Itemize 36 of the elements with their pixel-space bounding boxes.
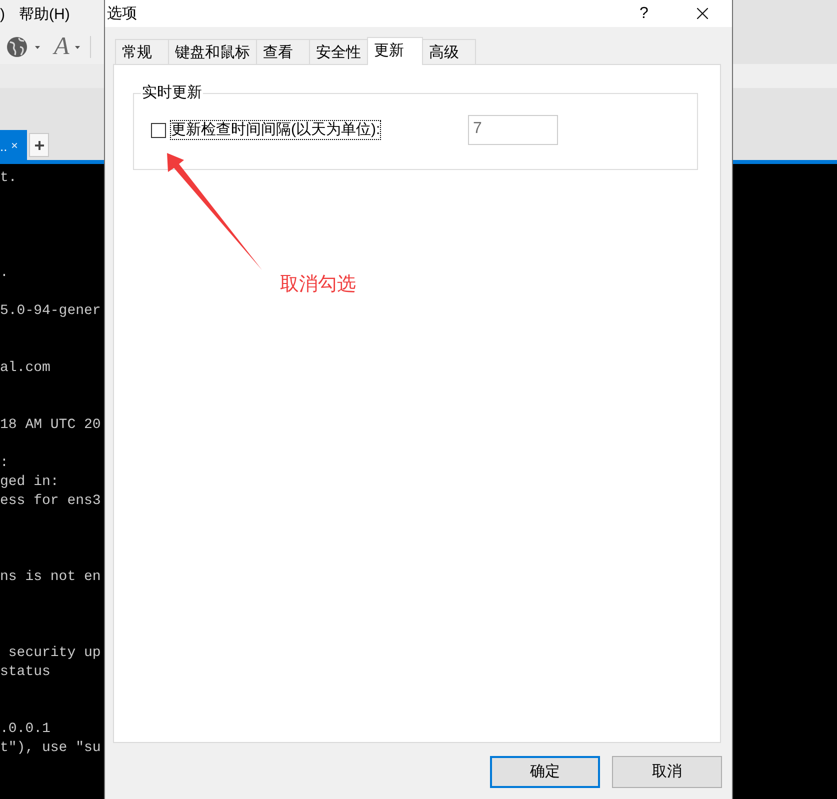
menu-item[interactable]: 帮助(H): [19, 5, 74, 25]
terminal-line: ns is not en: [0, 568, 101, 587]
checkbox[interactable]: [151, 122, 166, 138]
annotation-text: 取消勾选: [280, 275, 356, 295]
tab[interactable]: 高级: [422, 39, 476, 64]
tab[interactable]: 常规: [115, 39, 169, 64]
terminal-line: ged in:: [0, 473, 59, 492]
group-title: 实时更新: [141, 85, 203, 101]
terminal-line: security up: [7, 644, 101, 663]
terminal-line: ess for ens3: [0, 492, 101, 511]
checkbox-label[interactable]: 更新检查时间间隔(以天为单位):: [170, 120, 382, 140]
terminal-line: t"), use "su: [0, 739, 101, 758]
tab[interactable]: 更新: [367, 37, 423, 65]
terminal-line: .: [0, 264, 8, 283]
caret-icon[interactable]: [35, 46, 40, 48]
terminal-line: .0.0.1: [0, 720, 50, 739]
close-icon: [696, 8, 708, 19]
dialog-button[interactable]: 取消: [612, 756, 722, 788]
plus-icon: [34, 140, 44, 150]
tab-label: ..: [0, 138, 8, 154]
help-button[interactable]: ?: [621, 0, 667, 27]
close-icon[interactable]: [12, 142, 18, 148]
terminal-line: status: [0, 663, 50, 682]
terminal-line: :: [0, 454, 8, 473]
menu-item[interactable]: ): [0, 5, 19, 25]
font-button[interactable]: A: [54, 34, 70, 60]
terminal-tab[interactable]: ..: [0, 130, 27, 160]
new-tab-button[interactable]: [29, 133, 49, 157]
dialog-button[interactable]: 确定: [490, 756, 600, 788]
globe-icon[interactable]: [7, 37, 27, 57]
terminal-line: 5.0-94-gener: [0, 302, 101, 321]
terminal-line: 18 AM UTC 20: [0, 416, 101, 435]
window-title: 选项: [106, 4, 137, 22]
terminal-line: t.: [0, 169, 17, 188]
caret-icon[interactable]: [75, 46, 80, 48]
terminal-line: al.com: [0, 359, 50, 378]
